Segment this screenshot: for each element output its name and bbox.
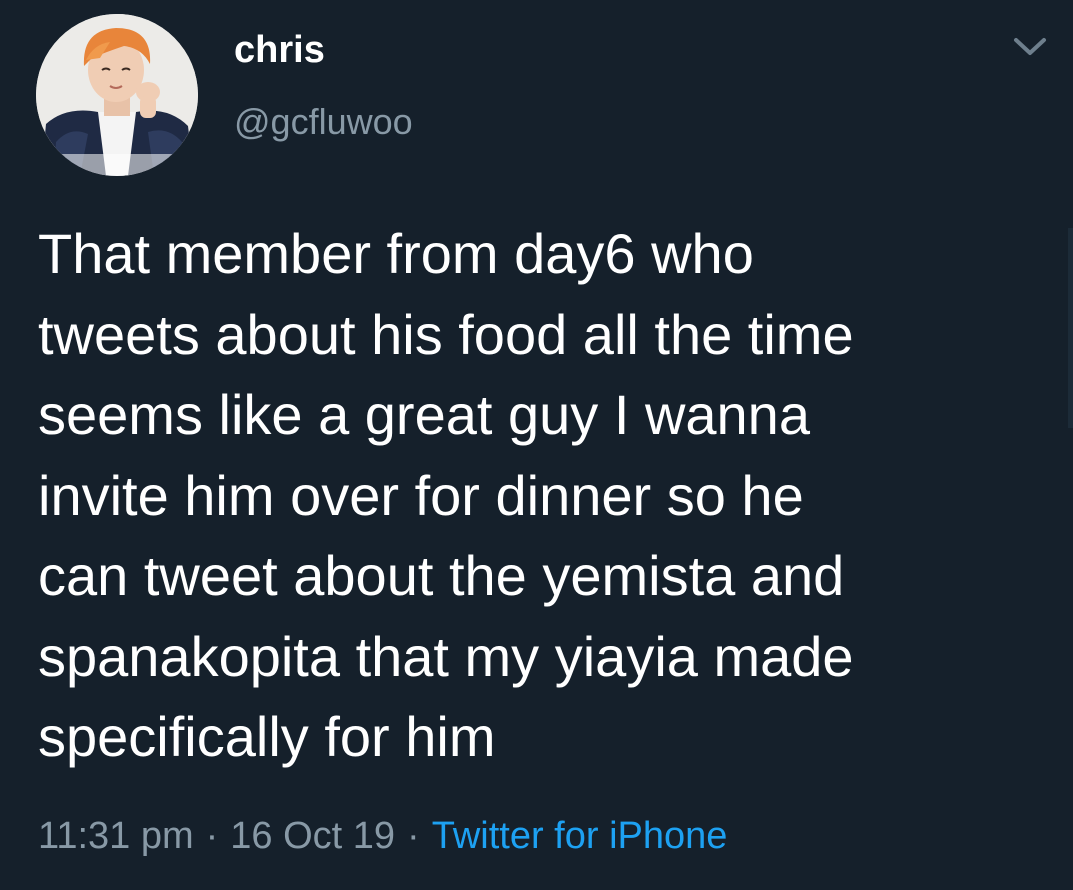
meta-separator: · [205,815,219,857]
tweet-text: That member from day6 who tweets about h… [38,214,1038,778]
author-handle[interactable]: @gcfluwoo [234,100,413,144]
tweet-text-line: invite him over for dinner so he [38,463,804,527]
chevron-down-icon[interactable] [1008,28,1052,64]
tweet-text-line: seems like a great guy I wanna [38,383,810,446]
tweet-card: chris @gcfluwoo That member from day6 wh… [0,0,1073,890]
tweet-source-link[interactable]: Twitter for iPhone [432,815,728,857]
tweet-text-line: can tweet about the yemista and [38,544,845,607]
scroll-indicator [1068,228,1073,428]
avatar[interactable] [36,14,198,176]
meta-separator: · [407,815,420,857]
tweet-meta: 11:31 pm · 16 Oct 19 · Twitter for iPhone [38,812,727,860]
tweet-text-line: spanakopita that my yiayia made [38,624,854,688]
tweet-date[interactable]: 16 Oct 19 [230,815,395,857]
tweet-text-line: That member from day6 who [38,222,754,285]
profile-photo [36,14,198,176]
tweet-time[interactable]: 11:31 pm [38,815,194,857]
tweet-text-line: tweets about his food all the time [38,302,854,366]
author-display-name[interactable]: chris [234,28,325,72]
tweet-text-line: specifically for him [38,705,496,768]
